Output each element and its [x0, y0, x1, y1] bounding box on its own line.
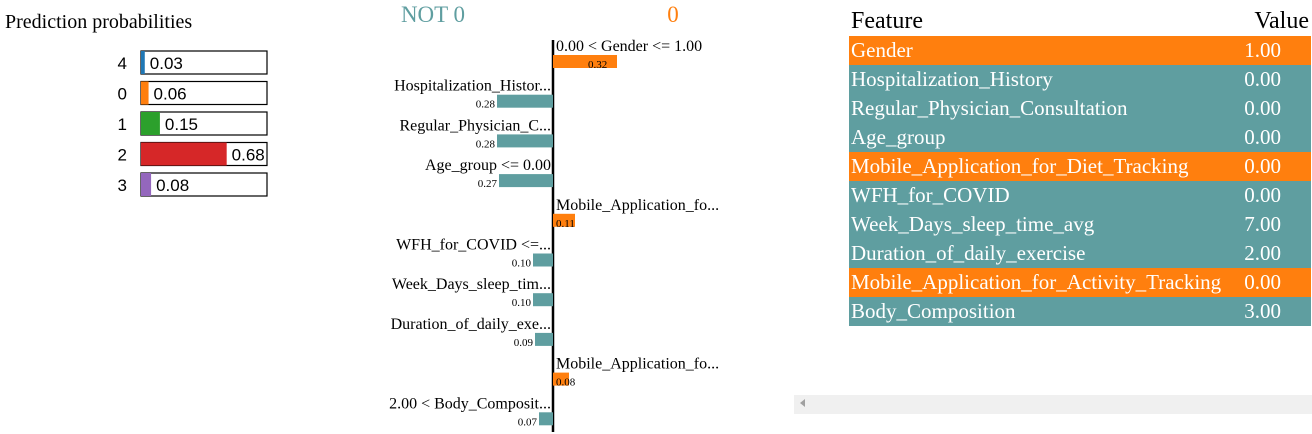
- contribution-bar: [499, 174, 553, 188]
- table-row: Body_Composition 3.00: [849, 297, 1311, 326]
- table-row: Week_Days_sleep_time_avg 7.00: [849, 210, 1311, 239]
- feature-name-cell: Body_Composition: [851, 299, 1016, 323]
- header-negative: NOT 0: [401, 2, 465, 27]
- contribution-value-label: 0.28: [476, 99, 496, 111]
- feature-value-cell: 0.00: [1244, 270, 1281, 294]
- table-row: Age_group 0.00: [849, 123, 1311, 152]
- feature-value-cell: 0.00: [1244, 96, 1281, 120]
- contribution-value-label: 0.27: [478, 178, 498, 190]
- table-row: Hospitalization_History 0.00: [849, 65, 1311, 94]
- value-column-header: Value: [1254, 7, 1309, 34]
- feature-value-cell: 0.00: [1244, 67, 1281, 91]
- contribution-value-label: 0.09: [514, 337, 534, 349]
- contribution-value-label: 0.11: [556, 218, 575, 230]
- table-row: Regular_Physician_Consultation 0.00: [849, 94, 1311, 123]
- feature-value-table: Feature Value Gender 1.00 Hospitalization_…: [849, 6, 1311, 326]
- contribution-bar: [533, 293, 553, 307]
- explanation-chart: NOT 0 0 0.00 < Gender <= 1.00 0.32 Hospita…: [389, 2, 719, 432]
- feature-column-header: Feature: [851, 7, 923, 34]
- chevron-left-icon[interactable]: [800, 399, 805, 407]
- feature-name-cell: Mobile_Application_for_Activity_Tracking: [851, 270, 1222, 294]
- contribution-value-label: 0.32: [588, 59, 607, 71]
- feature-value-cell: 0.00: [1244, 183, 1281, 207]
- feature-name-cell: Regular_Physician_Consultation: [851, 96, 1128, 120]
- feature-rule-label: Duration_of_daily_exe...: [391, 316, 551, 333]
- contribution-value-label: 0.10: [512, 258, 532, 270]
- table-header-row: Feature Value: [849, 6, 1311, 36]
- feature-name-cell: Mobile_Application_for_Diet_Tracking: [851, 154, 1189, 178]
- header-positive: 0: [667, 2, 679, 27]
- feature-rule-label: Hospitalization_Histor...: [394, 78, 551, 95]
- feature-rule-label: 0.00 < Gender <= 1.00: [556, 38, 702, 55]
- feature-rule-label: 2.00 < Body_Composit...: [389, 395, 551, 412]
- contribution-bar: [533, 253, 553, 267]
- feature-value-cell: 0.00: [1244, 154, 1281, 178]
- feature-value-cell: 3.00: [1244, 299, 1281, 323]
- table-row: Mobile_Application_for_Diet_Tracking 0.00: [849, 152, 1311, 181]
- table-row: Duration_of_daily_exercise 2.00: [849, 239, 1311, 268]
- feature-rule-label: Week_Days_sleep_tim...: [392, 276, 551, 293]
- contribution-value-label: 0.10: [512, 297, 532, 309]
- feature-value-cell: 2.00: [1244, 241, 1281, 265]
- feature-value-cell: 1.00: [1244, 38, 1281, 62]
- feature-name-cell: Age_group: [851, 125, 946, 149]
- contribution-bar: [539, 412, 553, 426]
- contribution-bar: [553, 55, 617, 68]
- feature-rule-label: Mobile_Application_fo...: [556, 356, 719, 373]
- contribution-value-label: 0.28: [476, 138, 496, 150]
- feature-rule-label: Age_group <= 0.00: [425, 157, 551, 174]
- feature-name-cell: Hospitalization_History: [851, 67, 1053, 91]
- contribution-value-label: 0.07: [518, 416, 538, 428]
- feature-rule-label: Regular_Physician_C...: [399, 117, 551, 134]
- feature-name-cell: WFH_for_COVID: [851, 183, 1010, 207]
- contribution-bar: [535, 332, 553, 346]
- table-row: WFH_for_COVID 0.00: [849, 181, 1311, 210]
- feature-name-cell: Gender: [851, 38, 913, 62]
- contribution-value-label: 0.08: [556, 377, 576, 389]
- contribution-bar: [497, 134, 553, 148]
- contribution-bar: [497, 94, 553, 108]
- feature-value-cell: 7.00: [1244, 212, 1281, 236]
- feature-rule-label: Mobile_Application_fo...: [556, 197, 719, 214]
- feature-value-cell: 0.00: [1244, 125, 1281, 149]
- horizontal-scrollbar[interactable]: [794, 395, 1312, 414]
- table-row: Mobile_Application_for_Activity_Tracking…: [849, 268, 1311, 297]
- table-row: Gender 1.00: [849, 36, 1311, 65]
- feature-rule-label: WFH_for_COVID <=...: [396, 237, 551, 254]
- feature-name-cell: Duration_of_daily_exercise: [851, 241, 1086, 265]
- feature-name-cell: Week_Days_sleep_time_avg: [851, 212, 1095, 236]
